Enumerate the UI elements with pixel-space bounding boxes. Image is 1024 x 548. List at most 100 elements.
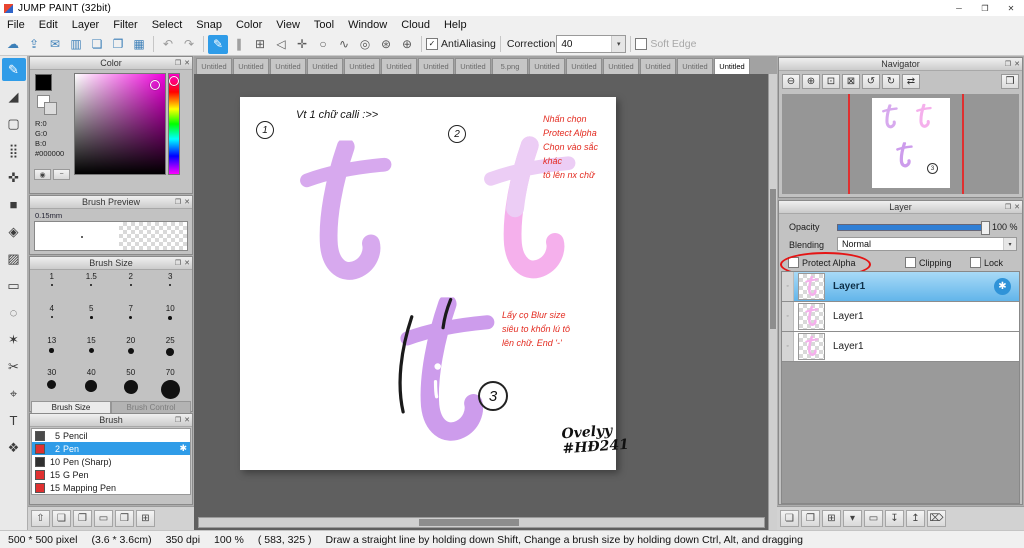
dock-toggle-icon[interactable]: ⇧: [31, 510, 50, 527]
document-tab[interactable]: Untitled: [566, 58, 602, 74]
panel-detach-icon[interactable]: ❐: [175, 416, 181, 424]
cross-snap-icon[interactable]: ✛: [292, 35, 312, 54]
color-picker-indicator[interactable]: [150, 80, 160, 90]
brush-list-item[interactable]: 5 Pencil ✱: [32, 429, 190, 442]
document-tab[interactable]: Untitled: [677, 58, 713, 74]
dot-pen-tool[interactable]: ⣿: [2, 139, 26, 162]
brush-list-item[interactable]: 15 Mapping Pen ✱: [32, 481, 190, 494]
document-tab[interactable]: Untitled: [714, 58, 750, 74]
vertical-scrollbar[interactable]: [768, 74, 777, 530]
transfer-icon[interactable]: ↥: [906, 510, 925, 527]
chevron-down-icon[interactable]: ▾: [611, 36, 626, 52]
actual-size-icon[interactable]: ⊠: [842, 74, 860, 89]
menu-item[interactable]: Window: [341, 19, 394, 31]
document-tab[interactable]: Untitled: [455, 58, 491, 74]
vanishing-point-snap-icon[interactable]: ⊛: [376, 35, 396, 54]
save-brush-icon[interactable]: ❒: [115, 510, 134, 527]
panel-close-icon[interactable]: ✕: [1014, 203, 1020, 211]
horizontal-scrollbar[interactable]: [198, 517, 765, 528]
add-folder-icon[interactable]: ❐: [801, 510, 820, 527]
bucket-tool[interactable]: ◈: [2, 220, 26, 243]
secondary-color-swatch[interactable]: [44, 102, 57, 115]
document-tab[interactable]: Untitled: [344, 58, 380, 74]
brush-list-item[interactable]: 2 Pen ✱: [32, 442, 190, 455]
hue-slider[interactable]: [168, 73, 180, 175]
gear-icon[interactable]: ✱: [179, 443, 187, 454]
document-tab[interactable]: Untitled: [603, 58, 639, 74]
brush-size-cell[interactable]: 20: [111, 336, 151, 368]
menu-item[interactable]: Help: [437, 19, 474, 31]
document-tab[interactable]: Untitled: [196, 58, 232, 74]
document-tab[interactable]: 5.png: [492, 58, 528, 74]
minimize-button[interactable]: ─: [946, 0, 972, 16]
brush-list-item[interactable]: 15 G Pen ✱: [32, 468, 190, 481]
lock-checkbox[interactable]: Lock: [970, 257, 1003, 268]
grid-snap-icon[interactable]: ⊞: [250, 35, 270, 54]
cloud-icon[interactable]: ☁: [3, 35, 23, 54]
layer-row[interactable]: ◦ Layer1 ✱: [782, 302, 1019, 332]
gradient-tool[interactable]: ▨: [2, 247, 26, 270]
brush-list-item[interactable]: 10 Pen (Sharp) ✱: [32, 455, 190, 468]
checkbox-box[interactable]: [635, 38, 648, 50]
brush-grid-view-icon[interactable]: ⊞: [136, 510, 155, 527]
move-tool[interactable]: ✜: [2, 166, 26, 189]
layer-row[interactable]: ◦ Layer1 ✱: [782, 332, 1019, 362]
snap-settings-icon[interactable]: ⊕: [397, 35, 417, 54]
document-tab[interactable]: Untitled: [381, 58, 417, 74]
brush-size-cell[interactable]: 10: [151, 304, 191, 336]
panel-detach-icon[interactable]: ❐: [175, 259, 181, 267]
hue-indicator[interactable]: [169, 76, 179, 86]
maximize-button[interactable]: ❐: [972, 0, 998, 16]
panel-layout-icon[interactable]: ▥: [66, 35, 86, 54]
shape-brush-tool[interactable]: ▢: [2, 112, 26, 135]
document-tab[interactable]: Untitled: [418, 58, 454, 74]
antialiasing-checkbox[interactable]: ✓ AntiAliasing: [426, 38, 496, 50]
panel-close-icon[interactable]: ✕: [184, 416, 190, 424]
menu-item[interactable]: Snap: [189, 19, 229, 31]
redo-icon[interactable]: ↷: [179, 35, 199, 54]
magic-wand-tool[interactable]: ✶: [2, 328, 26, 351]
select-tool[interactable]: ▭: [2, 274, 26, 297]
panel-detach-icon[interactable]: ❐: [175, 198, 181, 206]
new-brush-icon[interactable]: ❏: [52, 510, 71, 527]
opacity-slider-thumb[interactable]: [981, 221, 990, 235]
navigator-preview[interactable]: 3: [782, 94, 1019, 194]
new-canvas-icon[interactable]: ❏: [87, 35, 107, 54]
rect-fill-tool[interactable]: ■: [2, 193, 26, 216]
menu-item[interactable]: File: [0, 19, 32, 31]
material-grid-icon[interactable]: ▦: [129, 35, 149, 54]
open-folder-icon[interactable]: ▭: [94, 510, 113, 527]
layer-menu-icon[interactable]: ▾: [843, 510, 862, 527]
circle-snap-icon[interactable]: ○: [313, 35, 333, 54]
drawing-canvas[interactable]: 1 Vt 1 chữ calli :>> 2 Nhấn chọn Protect…: [240, 97, 629, 470]
minimize-color-icon[interactable]: −: [53, 169, 70, 180]
eyedropper-tool[interactable]: ⌖: [2, 382, 26, 405]
zoom-out-icon[interactable]: ⊖: [782, 74, 800, 89]
pen-mode-icon[interactable]: ✎: [208, 34, 228, 54]
saturation-value-picker[interactable]: [74, 73, 166, 175]
brush-size-cell[interactable]: 1.5: [72, 272, 112, 304]
lasso-tool[interactable]: ◌: [2, 301, 26, 324]
menu-item[interactable]: Edit: [32, 19, 65, 31]
correction-dropdown[interactable]: 40 ▾: [556, 35, 627, 53]
curve-snap-icon[interactable]: ∿: [334, 35, 354, 54]
layer-row[interactable]: ◦ Layer1 ✱: [782, 272, 1019, 302]
zoom-in-icon[interactable]: ⊕: [802, 74, 820, 89]
panel-detach-icon[interactable]: ❐: [1005, 203, 1011, 211]
brush-size-cell[interactable]: 30: [32, 368, 72, 400]
menu-item[interactable]: Cloud: [394, 19, 437, 31]
duplicate-layer-icon[interactable]: ⊞: [822, 510, 841, 527]
close-button[interactable]: ✕: [998, 0, 1024, 16]
gear-icon[interactable]: ✱: [994, 278, 1011, 295]
brush-size-cell[interactable]: 2: [111, 272, 151, 304]
canvases-icon[interactable]: ❐: [108, 35, 128, 54]
text-tool[interactable]: T: [2, 409, 26, 432]
opacity-slider[interactable]: [837, 221, 990, 235]
document-tab[interactable]: Untitled: [307, 58, 343, 74]
parallel-snap-icon[interactable]: ∥: [229, 35, 249, 54]
upload-icon[interactable]: ⇪: [24, 35, 44, 54]
pan-tool[interactable]: ❖: [2, 436, 26, 459]
brush-size-cell[interactable]: 4: [32, 304, 72, 336]
brush-size-cell[interactable]: 13: [32, 336, 72, 368]
comment-icon[interactable]: ✉: [45, 35, 65, 54]
